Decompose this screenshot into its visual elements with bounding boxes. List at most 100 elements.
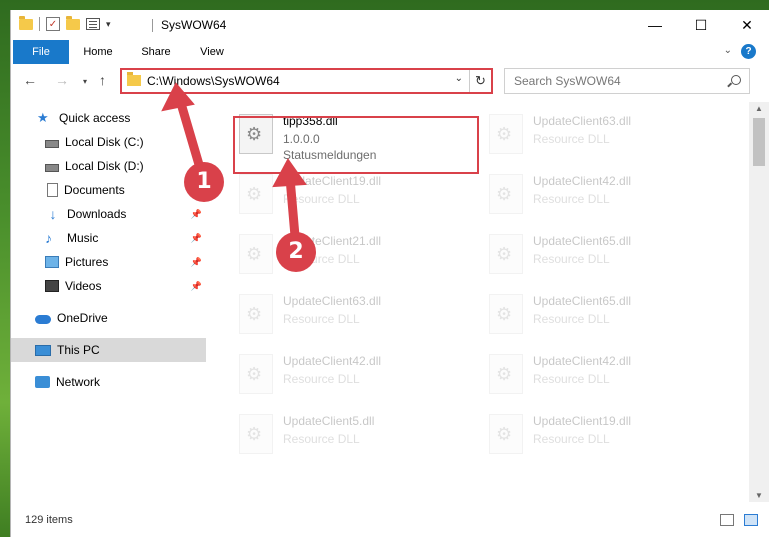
scroll-down-icon[interactable]: ▼ (749, 491, 769, 500)
file-item[interactable]: UpdateClient19.dll Resource DLL (483, 408, 723, 466)
sidebar-item-label: Network (56, 375, 101, 389)
help-icon[interactable]: ? (741, 44, 756, 59)
dll-file-icon (489, 114, 523, 154)
sidebar-item-label: Downloads (67, 207, 127, 221)
sidebar-item-label: Music (67, 231, 99, 245)
file-item[interactable]: UpdateClient19.dll Resource DLL (233, 168, 473, 226)
maximize-button[interactable]: ☐ (678, 10, 724, 40)
dll-file-icon (239, 414, 273, 454)
file-description: Resource DLL (533, 372, 610, 386)
address-path[interactable]: C:\Windows\SysWOW64 (147, 74, 280, 88)
new-folder-icon[interactable] (66, 15, 80, 30)
chevron-down-icon[interactable]: ⌄ (455, 73, 463, 84)
file-item[interactable]: UpdateClient21.dll Resource DLL (233, 228, 473, 286)
sidebar-item-label: Local Disk (C:) (65, 135, 144, 149)
refresh-icon[interactable]: ↻ (469, 70, 491, 92)
back-arrow-icon[interactable]: ← (23, 72, 37, 88)
file-description: Resource DLL (533, 432, 610, 446)
recent-locations-icon[interactable]: ▾ (83, 77, 87, 86)
pin-icon[interactable]: 📌 (191, 281, 202, 292)
file-item[interactable]: UpdateClient65.dll Resource DLL (483, 228, 723, 286)
search-placeholder: Search SysWOW64 (514, 74, 621, 88)
sidebar-item-this-pc[interactable]: This PC (11, 338, 206, 362)
item-count: 129 items (25, 514, 73, 526)
file-item[interactable]: UpdateClient42.dll Resource DLL (483, 168, 723, 226)
file-item[interactable]: UpdateClient42.dll Resource DLL (233, 348, 473, 406)
dll-file-icon (489, 414, 523, 454)
dll-file-icon (489, 354, 523, 394)
large-icons-view-icon[interactable] (744, 514, 758, 526)
file-name: UpdateClient42.dll (283, 354, 382, 368)
customize-toolbar-icon[interactable]: ▾ (106, 19, 111, 30)
file-name: UpdateClient63.dll (283, 294, 382, 308)
pin-icon[interactable]: 📌 (191, 209, 202, 220)
expand-ribbon-icon[interactable]: ⌄ (724, 45, 732, 56)
properties-icon[interactable] (86, 18, 100, 30)
sidebar-item-label: OneDrive (57, 311, 108, 325)
dll-file-icon (239, 234, 273, 274)
sidebar-item-local-disk-d[interactable]: Local Disk (D:) (11, 154, 206, 178)
address-bar[interactable]: C:\Windows\SysWOW64 ⌄ ↻ (120, 68, 493, 94)
sidebar-item-label: Local Disk (D:) (65, 159, 144, 173)
tab-view[interactable]: View (187, 40, 237, 64)
file-name: UpdateClient63.dll (533, 114, 632, 128)
sidebar-item-local-disk-c[interactable]: Local Disk (C:) (11, 130, 206, 154)
sidebar-item-pictures[interactable]: Pictures 📌 (11, 250, 206, 274)
file-description: Resource DLL (533, 132, 610, 146)
file-name: UpdateClient19.dll (283, 174, 382, 188)
video-icon (45, 280, 59, 292)
search-input[interactable]: Search SysWOW64 (504, 68, 750, 94)
up-arrow-icon[interactable]: ↑ (99, 72, 106, 88)
dll-file-icon (489, 234, 523, 274)
sidebar-item-label: This PC (57, 343, 100, 357)
file-name: UpdateClient65.dll (533, 234, 632, 248)
file-item[interactable]: UpdateClient65.dll Resource DLL (483, 288, 723, 346)
window-title: SysWOW64 (161, 18, 227, 32)
sidebar-item-onedrive[interactable]: OneDrive (11, 306, 206, 330)
cloud-icon (35, 315, 51, 324)
sidebar-item-label: Documents (64, 183, 125, 197)
file-description: Resource DLL (283, 372, 360, 386)
tab-file[interactable]: File (13, 40, 69, 64)
dll-file-icon (239, 294, 273, 334)
ribbon-tabs: File Home Share View ⌄ ? (11, 40, 769, 64)
forward-arrow-icon[interactable]: → (55, 72, 69, 88)
tab-share[interactable]: Share (131, 40, 181, 64)
file-name: UpdateClient5.dll (283, 414, 375, 428)
file-name: UpdateClient42.dll (533, 174, 632, 188)
drive-icon (45, 163, 59, 172)
file-name: UpdateClient19.dll (533, 414, 632, 428)
pin-icon[interactable]: 📌 (191, 257, 202, 268)
document-icon (47, 183, 58, 197)
tab-home[interactable]: Home (73, 40, 123, 64)
file-highlight-box (233, 116, 479, 174)
file-description: Resource DLL (283, 432, 360, 446)
navigation-pane: ★ Quick access Local Disk (C:) Local Dis… (11, 102, 206, 502)
status-bar: 129 items (11, 504, 769, 537)
checkmark-icon[interactable]: ✓ (46, 17, 60, 31)
sidebar-item-network[interactable]: Network (11, 370, 206, 394)
sidebar-item-quick-access[interactable]: ★ Quick access (11, 106, 206, 130)
pin-icon[interactable]: 📌 (191, 233, 202, 244)
scroll-up-icon[interactable]: ▲ (749, 104, 769, 113)
scrollbar-thumb[interactable] (753, 118, 765, 166)
sidebar-item-videos[interactable]: Videos 📌 (11, 274, 206, 298)
sidebar-item-documents[interactable]: Documents 📌 (11, 178, 206, 202)
step-badge-2: 2 (276, 232, 316, 272)
file-item[interactable]: UpdateClient63.dll Resource DLL (483, 108, 723, 166)
vertical-scrollbar[interactable]: ▲ ▼ (749, 102, 769, 502)
file-item[interactable]: UpdateClient63.dll Resource DLL (233, 288, 473, 346)
sidebar-item-music[interactable]: ♪ Music 📌 (11, 226, 206, 250)
pictures-icon (45, 256, 59, 268)
search-icon[interactable] (731, 75, 741, 85)
file-item[interactable]: UpdateClient42.dll Resource DLL (483, 348, 723, 406)
sidebar-item-label: Pictures (65, 255, 109, 269)
address-row: ← → ▾ ↑ C:\Windows\SysWOW64 ⌄ ↻ Search S… (11, 66, 769, 96)
file-item[interactable]: UpdateClient5.dll Resource DLL (233, 408, 473, 466)
explorer-window: ✓ ▾ SysWOW64 — ☐ ✕ File Home Share View … (10, 10, 769, 537)
minimize-button[interactable]: — (632, 10, 678, 40)
star-icon: ★ (37, 110, 49, 125)
close-button[interactable]: ✕ (724, 10, 769, 40)
sidebar-item-downloads[interactable]: ↓ Downloads 📌 (11, 202, 206, 226)
details-view-icon[interactable] (720, 514, 734, 526)
